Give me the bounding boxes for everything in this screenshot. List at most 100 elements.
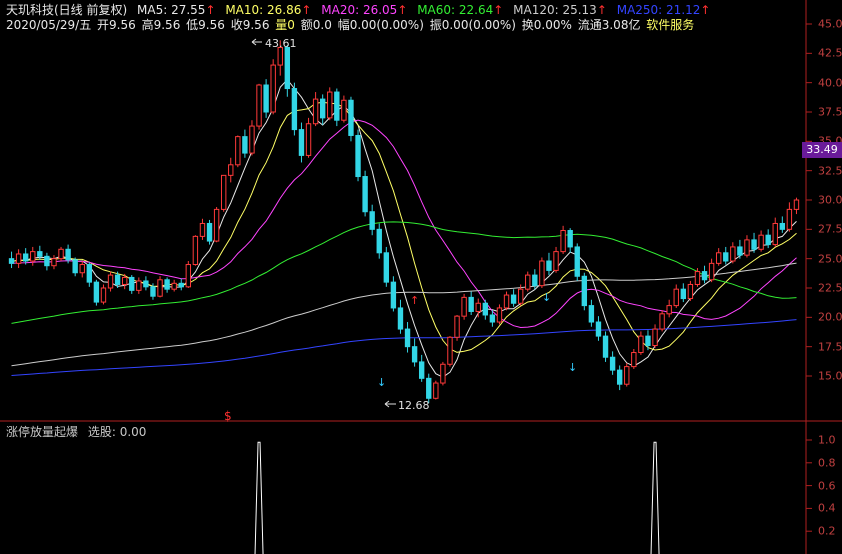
down-arrow-icon: ↓ — [542, 291, 551, 304]
candle-body — [263, 84, 269, 113]
candle-body — [496, 307, 503, 323]
candle-body — [567, 230, 573, 248]
candle-body — [447, 336, 453, 365]
up-arrow-icon: ↑ — [410, 294, 419, 307]
candle-body — [228, 164, 234, 176]
candle-body — [517, 288, 524, 304]
candle-body — [114, 274, 121, 285]
candle-body — [532, 274, 538, 287]
candle-body — [652, 328, 658, 346]
candle-body — [595, 321, 602, 337]
candle-body — [242, 136, 248, 154]
candle-body — [581, 275, 588, 307]
candle-body — [298, 129, 305, 156]
candle-body — [270, 64, 276, 113]
candle-body — [129, 276, 135, 291]
candle-body — [376, 228, 382, 254]
last-price-badge: 33.49 — [802, 142, 842, 158]
kline-chart[interactable]: 43.61 12.68 $ ↑ ↓ ↓ ↓ — [0, 0, 842, 554]
indicator-tick: 0.2 — [818, 524, 836, 538]
indicator-tick: 1.0 — [818, 433, 836, 447]
candle-body — [8, 258, 15, 264]
candle-body — [15, 253, 22, 264]
candle-body — [404, 328, 411, 348]
low-price-label: 12.68 — [398, 399, 430, 412]
ma60-line — [11, 221, 797, 324]
price-tick: 30.0 — [818, 193, 842, 207]
candle-body — [426, 377, 432, 399]
candle-body — [694, 271, 701, 285]
indicator-header: 涨停放量起爆 选股: 0.00 — [6, 424, 146, 440]
candle-body — [715, 252, 722, 264]
price-tick: 20.0 — [818, 310, 842, 324]
candle-body — [93, 281, 100, 303]
candle-body — [192, 235, 199, 266]
candle-body — [553, 251, 559, 271]
candle-body — [489, 314, 496, 323]
indicator-title[interactable]: 涨停放量起爆 — [6, 425, 78, 439]
candle-body — [327, 91, 333, 119]
candle-body — [362, 176, 368, 213]
chart-annotations: 43.61 12.68 $ ↑ ↓ ↓ ↓ — [224, 37, 577, 423]
price-tick: 40.0 — [818, 76, 842, 90]
candle-body — [100, 287, 107, 303]
candle-body — [150, 286, 156, 297]
candle-body — [602, 335, 609, 358]
candle-body — [171, 282, 177, 290]
candle-body — [454, 315, 460, 338]
candle-body — [560, 230, 566, 253]
candle-body — [397, 307, 404, 330]
price-tick: 25.0 — [818, 252, 842, 266]
candle-body — [369, 211, 375, 230]
candle-body — [341, 99, 347, 121]
candle-body — [525, 274, 531, 290]
price-tick: 15.0 — [818, 369, 842, 383]
candle-body — [418, 361, 425, 379]
candle-body — [730, 246, 736, 262]
ma250-line — [11, 319, 797, 376]
indicator-value: 选股: 0.00 — [87, 425, 147, 439]
candle-body — [58, 248, 64, 260]
indicator-tick: 0.6 — [818, 479, 836, 493]
candle-body — [249, 125, 255, 154]
candle-body — [44, 255, 50, 267]
indicator-tick: 0.4 — [818, 501, 836, 515]
candle-body — [645, 335, 651, 346]
candle-body — [666, 305, 672, 315]
signal-marker: $ — [224, 409, 232, 423]
candle-body — [574, 246, 580, 277]
signal-spike — [650, 441, 660, 554]
candle-body — [433, 382, 439, 399]
candle-body — [793, 199, 800, 210]
candle-body — [284, 46, 291, 90]
candle-body — [348, 99, 354, 136]
candle-body — [723, 252, 729, 262]
indicator-tick: 0.8 — [818, 456, 836, 470]
down-arrow-icon: ↓ — [377, 376, 386, 389]
price-tick: 32.5 — [818, 164, 842, 178]
candle-body — [178, 282, 184, 288]
candle-body — [256, 84, 262, 127]
candle-body — [22, 253, 29, 262]
candle-body — [440, 363, 446, 384]
candle-body — [220, 174, 227, 210]
candle-body — [680, 288, 687, 300]
candle-body — [744, 239, 750, 256]
candle-body — [143, 280, 149, 288]
candle-body — [37, 251, 43, 257]
ma10-line — [11, 101, 797, 353]
candle-body — [701, 271, 708, 281]
candle-body — [164, 279, 170, 290]
candle-body — [758, 234, 764, 250]
candle-body — [737, 246, 743, 256]
indicator-chart — [254, 441, 660, 554]
candle-body — [390, 281, 397, 309]
candle-body — [199, 222, 206, 237]
price-tick: 17.5 — [818, 340, 842, 354]
candle-body — [291, 88, 298, 131]
candle-body — [468, 296, 474, 312]
candle-body — [510, 294, 517, 304]
candle-body — [687, 283, 694, 300]
candle-body — [312, 98, 319, 125]
candle-body — [277, 46, 283, 66]
